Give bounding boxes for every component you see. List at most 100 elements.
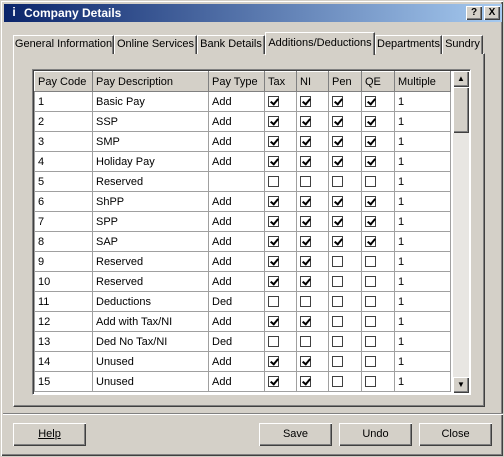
- pay-codes-grid[interactable]: Pay Code Pay Description Pay Type Tax NI…: [32, 69, 471, 395]
- ni-checkbox[interactable]: [300, 116, 311, 128]
- ni-checkbox[interactable]: [300, 256, 311, 268]
- pay-description-cell[interactable]: Reserved: [92, 271, 209, 292]
- pay-type-cell[interactable]: Add: [208, 311, 265, 332]
- qe-checkbox[interactable]: [365, 356, 376, 368]
- pay-type-cell[interactable]: Add: [208, 131, 265, 152]
- tax-checkbox[interactable]: [268, 136, 279, 148]
- pay-code-cell[interactable]: 14: [34, 351, 93, 372]
- tab-online-services[interactable]: Online Services: [114, 35, 197, 54]
- qe-checkbox[interactable]: [365, 196, 376, 208]
- multiple-cell[interactable]: 1: [394, 191, 451, 212]
- ni-checkbox[interactable]: [300, 356, 311, 368]
- multiple-cell[interactable]: 1: [394, 331, 451, 352]
- help-title-button[interactable]: ?: [466, 6, 482, 20]
- pay-type-cell[interactable]: Add: [208, 351, 265, 372]
- multiple-cell[interactable]: 1: [394, 91, 451, 112]
- tax-checkbox[interactable]: [268, 356, 279, 368]
- header-pay-description[interactable]: Pay Description: [92, 71, 209, 92]
- pen-checkbox[interactable]: [332, 156, 343, 168]
- pay-code-cell[interactable]: 2: [34, 111, 93, 132]
- header-tax[interactable]: Tax: [264, 71, 297, 92]
- table-row[interactable]: 11 Deductions Ded 1: [34, 291, 451, 312]
- header-multiple[interactable]: Multiple: [394, 71, 451, 92]
- tax-checkbox[interactable]: [268, 236, 279, 248]
- tax-checkbox[interactable]: [268, 216, 279, 228]
- qe-checkbox[interactable]: [365, 176, 376, 188]
- multiple-cell[interactable]: 1: [394, 311, 451, 332]
- pay-type-cell[interactable]: Add: [208, 151, 265, 172]
- pen-checkbox[interactable]: [332, 296, 343, 308]
- table-row[interactable]: 13 Ded No Tax/NI Ded 1: [34, 331, 451, 352]
- tax-checkbox[interactable]: [268, 196, 279, 208]
- table-row[interactable]: 9 Reserved Add 1: [34, 251, 451, 272]
- header-ni[interactable]: NI: [296, 71, 329, 92]
- pay-code-cell[interactable]: 1: [34, 91, 93, 112]
- table-row[interactable]: 6 ShPP Add 1: [34, 191, 451, 212]
- pen-checkbox[interactable]: [332, 316, 343, 328]
- pay-type-cell[interactable]: Add: [208, 91, 265, 112]
- multiple-cell[interactable]: 1: [394, 111, 451, 132]
- tab-bank-details[interactable]: Bank Details: [197, 35, 265, 54]
- table-row[interactable]: 12 Add with Tax/NI Add 1: [34, 311, 451, 332]
- header-pen[interactable]: Pen: [328, 71, 362, 92]
- qe-checkbox[interactable]: [365, 336, 376, 348]
- pay-description-cell[interactable]: Reserved: [92, 171, 209, 192]
- header-pay-type[interactable]: Pay Type: [208, 71, 265, 92]
- pay-type-cell[interactable]: [208, 171, 265, 192]
- scroll-down-arrow-icon[interactable]: ▼: [453, 377, 469, 393]
- scroll-up-arrow-icon[interactable]: ▲: [453, 71, 469, 87]
- tax-checkbox[interactable]: [268, 276, 279, 288]
- pay-type-cell[interactable]: Add: [208, 251, 265, 272]
- ni-checkbox[interactable]: [300, 316, 311, 328]
- header-pay-code[interactable]: Pay Code: [34, 71, 93, 92]
- multiple-cell[interactable]: 1: [394, 151, 451, 172]
- pen-checkbox[interactable]: [332, 336, 343, 348]
- qe-checkbox[interactable]: [365, 276, 376, 288]
- pay-description-cell[interactable]: SPP: [92, 211, 209, 232]
- table-row[interactable]: 10 Reserved Add 1: [34, 271, 451, 292]
- qe-checkbox[interactable]: [365, 136, 376, 148]
- pay-description-cell[interactable]: SSP: [92, 111, 209, 132]
- qe-checkbox[interactable]: [365, 316, 376, 328]
- ni-checkbox[interactable]: [300, 156, 311, 168]
- pay-code-cell[interactable]: 9: [34, 251, 93, 272]
- pen-checkbox[interactable]: [332, 216, 343, 228]
- qe-checkbox[interactable]: [365, 296, 376, 308]
- multiple-cell[interactable]: 1: [394, 371, 451, 392]
- pay-code-cell[interactable]: 12: [34, 311, 93, 332]
- pay-code-cell[interactable]: 6: [34, 191, 93, 212]
- pen-checkbox[interactable]: [332, 356, 343, 368]
- ni-checkbox[interactable]: [300, 196, 311, 208]
- pen-checkbox[interactable]: [332, 236, 343, 248]
- pay-type-cell[interactable]: Add: [208, 111, 265, 132]
- pay-code-cell[interactable]: 7: [34, 211, 93, 232]
- tab-additions-deductions[interactable]: Additions/Deductions: [265, 32, 375, 55]
- pay-type-cell[interactable]: Ded: [208, 291, 265, 312]
- tax-checkbox[interactable]: [268, 256, 279, 268]
- tax-checkbox[interactable]: [268, 316, 279, 328]
- pay-description-cell[interactable]: Deductions: [92, 291, 209, 312]
- qe-checkbox[interactable]: [365, 216, 376, 228]
- table-row[interactable]: 4 Holiday Pay Add 1: [34, 151, 451, 172]
- tax-checkbox[interactable]: [268, 156, 279, 168]
- pen-checkbox[interactable]: [332, 176, 343, 188]
- table-row[interactable]: 8 SAP Add 1: [34, 231, 451, 252]
- ni-checkbox[interactable]: [300, 336, 311, 348]
- tax-checkbox[interactable]: [268, 176, 279, 188]
- pay-type-cell[interactable]: Ded: [208, 331, 265, 352]
- pay-code-cell[interactable]: 3: [34, 131, 93, 152]
- table-row[interactable]: 3 SMP Add 1: [34, 131, 451, 152]
- pay-type-cell[interactable]: Add: [208, 191, 265, 212]
- tab-sundry[interactable]: Sundry: [442, 35, 483, 54]
- pen-checkbox[interactable]: [332, 116, 343, 128]
- pay-description-cell[interactable]: ShPP: [92, 191, 209, 212]
- qe-checkbox[interactable]: [365, 116, 376, 128]
- tax-checkbox[interactable]: [268, 116, 279, 128]
- help-button[interactable]: Help: [13, 423, 86, 446]
- tax-checkbox[interactable]: [268, 336, 279, 348]
- pay-code-cell[interactable]: 5: [34, 171, 93, 192]
- ni-checkbox[interactable]: [300, 176, 311, 188]
- pay-description-cell[interactable]: Ded No Tax/NI: [92, 331, 209, 352]
- close-title-button[interactable]: X: [484, 6, 500, 20]
- pay-description-cell[interactable]: SMP: [92, 131, 209, 152]
